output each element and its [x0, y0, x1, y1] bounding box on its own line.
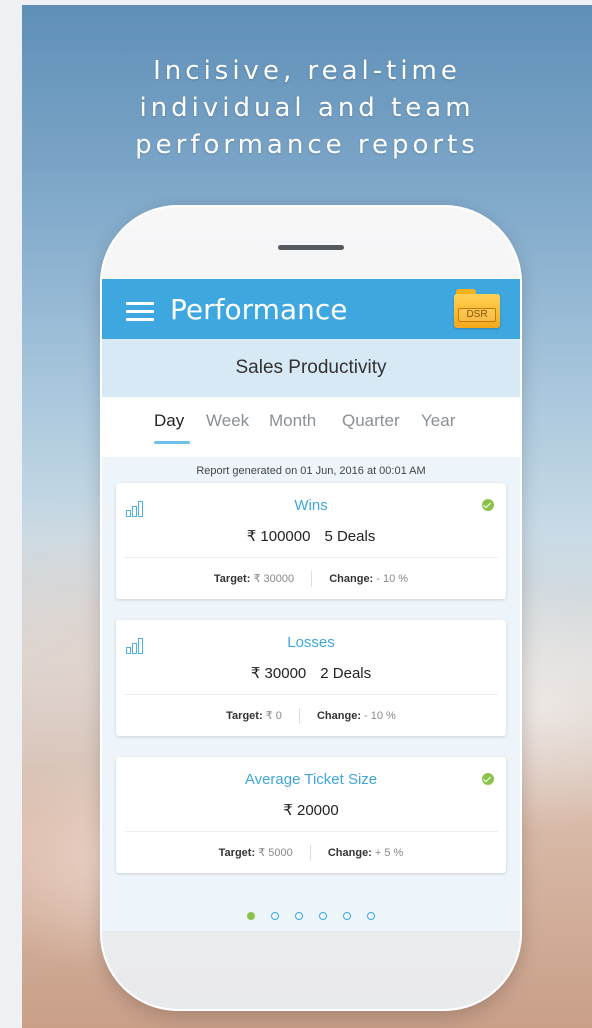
- card-value: ₹ 100000 5 Deals: [116, 527, 506, 545]
- page-dot[interactable]: [271, 912, 279, 920]
- card-footer: Target: ₹ 5000 Change: + 5 %: [116, 845, 506, 861]
- tab-year[interactable]: Year: [421, 411, 455, 431]
- tab-week[interactable]: Week: [206, 411, 249, 431]
- page-dot[interactable]: [367, 912, 375, 920]
- tab-month[interactable]: Month: [269, 411, 316, 431]
- change-label: Change:: [316, 709, 361, 722]
- change-value: - 10 %: [364, 709, 396, 722]
- change-label: Change:: [329, 572, 374, 585]
- target-value: ₹ 0: [265, 709, 282, 722]
- change-value: - 10 %: [376, 572, 409, 585]
- card-deals: 2 Deals: [320, 665, 372, 682]
- card-title: Losses: [287, 634, 335, 651]
- page-dot[interactable]: [247, 912, 255, 920]
- card-value: ₹ 30000 2 Deals: [116, 664, 506, 682]
- phone-mockup: Performance DSR Sales Productivity Day W…: [100, 205, 522, 1011]
- card-divider: [124, 694, 498, 695]
- card-title: Wins: [294, 497, 328, 514]
- headline-line-1: Incisive, real-time: [153, 56, 461, 86]
- card-value: ₹ 20000: [116, 801, 506, 819]
- card-divider: [124, 831, 498, 832]
- phone-screen: Performance DSR Sales Productivity Day W…: [102, 279, 520, 931]
- card-amount: ₹ 20000: [283, 802, 339, 819]
- target-value: ₹ 30000: [253, 572, 295, 585]
- headline-line-3: performance reports: [135, 130, 479, 160]
- card-divider: [124, 557, 498, 558]
- hamburger-menu-icon[interactable]: [126, 302, 154, 321]
- change-value: + 5 %: [374, 846, 404, 859]
- tab-quarter[interactable]: Quarter: [342, 411, 400, 431]
- section-title: Sales Productivity: [102, 339, 520, 397]
- page-dot[interactable]: [295, 912, 303, 920]
- page-indicator: [102, 907, 520, 925]
- card-footer: Target: ₹ 0 Change: - 10 %: [116, 708, 506, 724]
- report-generated-text: Report generated on 01 Jun, 2016 at 00:0…: [196, 465, 426, 477]
- target-label: Target:: [226, 709, 263, 722]
- active-tab-indicator: [154, 441, 190, 444]
- card-deals: 5 Deals: [324, 528, 376, 545]
- card-amount: ₹ 30000: [250, 665, 307, 682]
- tab-day[interactable]: Day: [154, 411, 184, 431]
- change-label: Change:: [327, 846, 372, 859]
- metric-card-wins[interactable]: Wins ₹ 100000 5 Deals Target: ₹ 30000 Cha…: [116, 483, 506, 599]
- app-title: Performance: [170, 293, 348, 326]
- card-footer: Target: ₹ 30000 Change: - 10 %: [116, 571, 506, 587]
- app-bar: Performance DSR: [102, 279, 520, 339]
- phone-speaker: [278, 245, 344, 250]
- metric-card-average-ticket-size[interactable]: Average Ticket Size ₹ 20000 Target: ₹ 50…: [116, 757, 506, 873]
- period-tabs: Day Week Month Quarter Year: [102, 397, 520, 457]
- card-amount: ₹ 100000: [246, 528, 311, 545]
- page-dot[interactable]: [343, 912, 351, 920]
- target-value: ₹ 5000: [258, 846, 293, 859]
- metric-card-losses[interactable]: Losses ₹ 30000 2 Deals Target: ₹ 0 Change…: [116, 620, 506, 736]
- page-dot[interactable]: [319, 912, 327, 920]
- headline: Incisive, real-time individual and team …: [22, 53, 592, 164]
- target-label: Target:: [218, 846, 256, 859]
- headline-line-2: individual and team: [139, 93, 475, 123]
- dsr-label: DSR: [458, 308, 496, 322]
- background-canvas: Incisive, real-time individual and team …: [22, 5, 592, 1028]
- card-title: Average Ticket Size: [244, 771, 378, 788]
- dsr-folder-icon[interactable]: DSR: [454, 289, 500, 329]
- target-label: Target:: [213, 572, 251, 585]
